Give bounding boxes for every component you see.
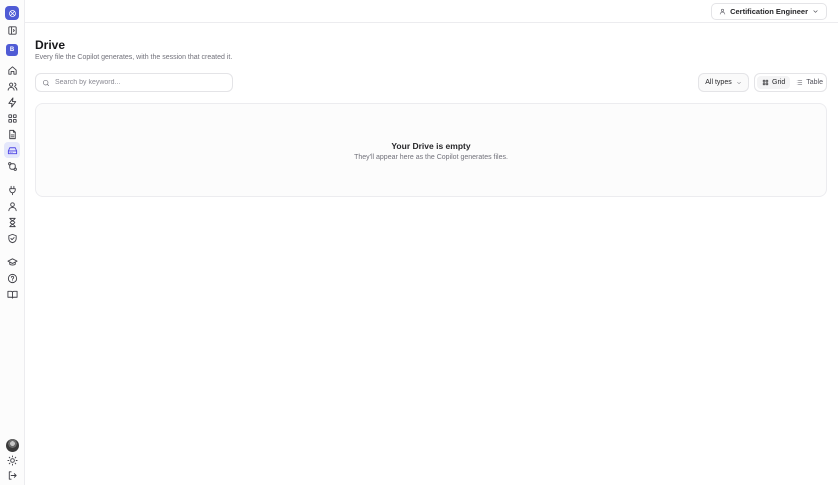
search-icon (43, 79, 49, 86)
lightning-icon[interactable] (4, 94, 20, 110)
empty-state-card: Your Drive is empty They'll appear here … (35, 103, 827, 197)
grid-icon (762, 79, 769, 86)
search-box[interactable] (35, 73, 233, 92)
search-input[interactable] (55, 79, 225, 86)
plug-icon[interactable] (4, 182, 20, 198)
top-bar: Certification Engineer (25, 0, 838, 23)
shield-check-icon[interactable] (4, 230, 20, 246)
users-icon[interactable] (4, 78, 20, 94)
user-icon[interactable] (4, 198, 20, 214)
empty-state-title: Your Drive is empty (391, 141, 471, 151)
page-subtitle: Every file the Copilot generates, with t… (35, 54, 233, 61)
logo-icon (8, 9, 16, 17)
list-icon (797, 80, 803, 85)
log-out-icon[interactable] (4, 467, 20, 483)
workspace-badge[interactable]: B (6, 44, 18, 56)
user-menu-button[interactable]: Certification Engineer (711, 3, 827, 20)
view-grid-label: Grid (772, 79, 786, 86)
help-circle-icon[interactable] (4, 270, 20, 286)
app-logo[interactable] (5, 6, 19, 20)
sidebar: B (0, 0, 25, 485)
type-filter-label: All types (705, 79, 732, 86)
view-toggle: Grid Table (754, 73, 827, 92)
user-icon (719, 8, 726, 15)
user-menu-label: Certification Engineer (730, 7, 808, 16)
view-grid-button[interactable]: Grid (757, 76, 791, 89)
home-icon[interactable] (4, 62, 20, 78)
chevron-down-icon (813, 10, 818, 13)
page-title: Drive (35, 38, 66, 52)
sun-icon[interactable] (4, 452, 20, 468)
chevron-down-icon (736, 81, 741, 84)
avatar[interactable] (6, 439, 19, 452)
grid-icon[interactable] (4, 110, 20, 126)
graduation-cap-icon[interactable] (4, 254, 20, 270)
drive-icon[interactable] (4, 142, 20, 158)
git-compare-icon[interactable] (4, 158, 20, 174)
book-open-icon[interactable] (4, 286, 20, 302)
view-table-button[interactable]: Table (791, 76, 828, 89)
empty-state-text: They'll appear here as the Copilot gener… (354, 154, 508, 161)
view-table-label: Table (806, 79, 823, 86)
hourglass-icon[interactable] (4, 214, 20, 230)
panel-toggle-icon[interactable] (4, 22, 20, 38)
type-filter-select[interactable]: All types (698, 73, 749, 92)
document-icon[interactable] (4, 126, 20, 142)
